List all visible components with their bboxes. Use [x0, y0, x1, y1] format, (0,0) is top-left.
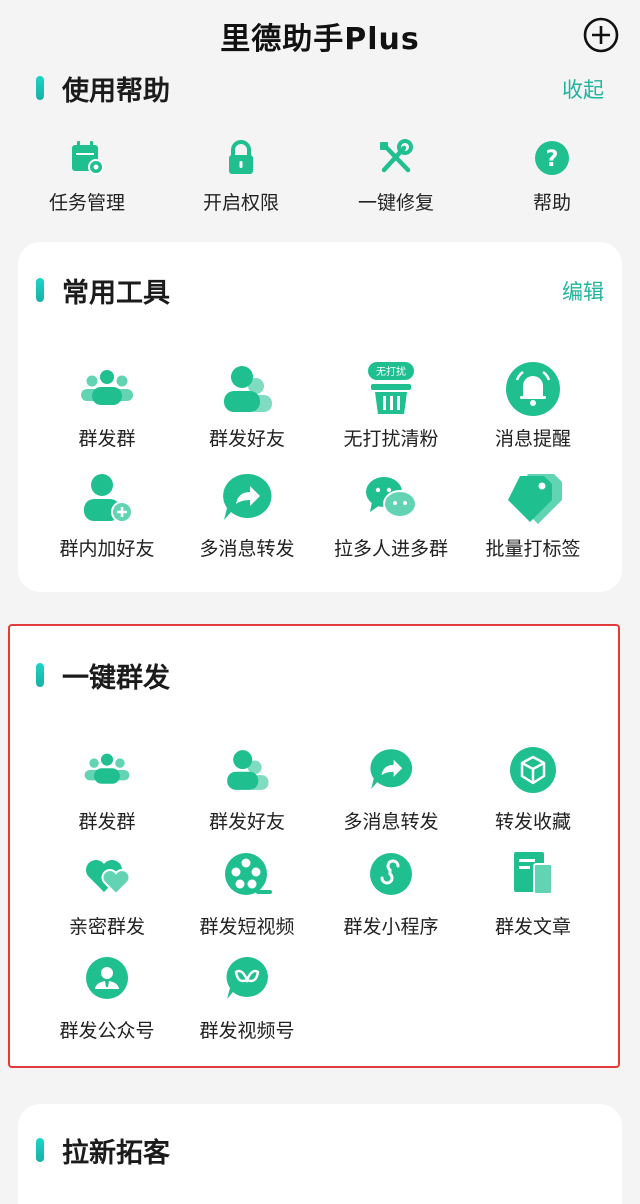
mini-program-icon	[370, 853, 412, 895]
tool-label: 批量打标签	[485, 538, 581, 560]
article-icon	[514, 852, 553, 895]
tool-pull-into-groups[interactable]: 拉多人进多群	[316, 470, 466, 561]
broadcast-label: 群发群	[78, 811, 136, 833]
broadcast-label: 群发短视频	[199, 916, 295, 938]
help-item-help[interactable]: ? 帮助	[477, 138, 627, 215]
broadcast-intimate[interactable]: 亲密群发	[32, 850, 182, 939]
broadcast-multi-forward[interactable]: 多消息转发	[316, 745, 466, 834]
broadcast-label: 多消息转发	[343, 811, 439, 833]
basket-icon: 无打扰	[368, 362, 414, 414]
broadcast-label: 群发视频号	[199, 1020, 295, 1042]
help-item-label: 帮助	[532, 192, 571, 214]
section-accent-bar	[36, 663, 44, 687]
tool-label: 群发群	[78, 428, 136, 450]
forward-icon	[370, 749, 413, 789]
tool-label: 无打扰清粉	[343, 428, 439, 450]
help-item-label: 开启权限	[202, 192, 279, 214]
tools-section-title: 常用工具	[62, 278, 170, 309]
svg-text:?: ?	[546, 147, 559, 172]
film-reel-icon	[225, 853, 272, 895]
broadcast-official-account[interactable]: 群发公众号	[32, 954, 182, 1043]
help-item-repair[interactable]: 一键修复	[321, 138, 471, 215]
tool-label: 群内加好友	[59, 538, 155, 560]
section-accent-bar	[36, 76, 44, 100]
broadcast-label: 转发收藏	[494, 811, 571, 833]
broadcast-mini-program[interactable]: 群发小程序	[316, 850, 466, 939]
tool-label: 多消息转发	[199, 538, 295, 560]
app-title: 里德助手Plus	[220, 22, 420, 57]
broadcast-short-video[interactable]: 群发短视频	[172, 850, 322, 939]
cube-icon	[510, 747, 556, 793]
broadcast-label: 亲密群发	[68, 916, 145, 938]
acquire-section-header: 拉新拓客	[0, 1130, 640, 1170]
tool-label: 消息提醒	[494, 428, 571, 450]
bell-icon	[506, 362, 560, 416]
section-accent-bar	[36, 278, 44, 302]
help-item-label: 任务管理	[48, 192, 125, 214]
calendar-gear-icon	[72, 141, 104, 175]
edit-button[interactable]: 编辑	[562, 276, 604, 306]
tool-dnd-clean[interactable]: 无打扰 无打扰清粉	[316, 360, 466, 451]
help-item-label: 一键修复	[357, 192, 434, 214]
chat-bubbles-icon	[366, 477, 417, 518]
broadcast-label: 群发公众号	[59, 1020, 155, 1042]
add-circle-icon[interactable]	[582, 16, 620, 54]
tool-label: 群发好友	[208, 428, 285, 450]
tool-label: 拉多人进多群	[333, 538, 448, 560]
dnd-badge-text: 无打扰	[376, 365, 406, 378]
broadcast-label: 群发文章	[494, 916, 571, 938]
help-item-task-manage[interactable]: 任务管理	[12, 138, 162, 215]
tool-message-reminder[interactable]: 消息提醒	[458, 360, 608, 451]
help-section-title: 使用帮助	[62, 76, 170, 107]
broadcast-section-header: 一键群发	[0, 655, 640, 695]
tool-batch-tag[interactable]: 批量打标签	[458, 470, 608, 561]
lock-icon	[229, 140, 253, 174]
forward-icon	[223, 473, 272, 520]
top-bar: 里德助手Plus	[0, 0, 640, 72]
tools-section-header: 常用工具 编辑	[0, 270, 640, 310]
tool-friends-broadcast[interactable]: 群发好友	[172, 360, 322, 451]
hearts-icon	[86, 860, 131, 896]
broadcast-article[interactable]: 群发文章	[458, 850, 608, 939]
group-icon	[81, 370, 133, 405]
acquire-section-title: 拉新拓客	[62, 1138, 170, 1169]
add-friend-icon	[84, 474, 133, 523]
friends-icon	[224, 366, 272, 412]
official-account-icon	[86, 957, 128, 999]
group-icon	[84, 753, 130, 784]
tool-multi-forward[interactable]: 多消息转发	[172, 470, 322, 561]
section-accent-bar	[36, 1138, 44, 1162]
collapse-button[interactable]: 收起	[562, 74, 604, 104]
broadcast-group[interactable]: 群发群	[32, 745, 182, 834]
tags-icon	[508, 474, 562, 524]
broadcast-section-title: 一键群发	[62, 663, 170, 694]
question-icon: ?	[535, 141, 569, 175]
wrench-screwdriver-icon	[380, 139, 413, 173]
help-section-header: 使用帮助 收起	[0, 68, 640, 108]
help-item-permission[interactable]: 开启权限	[166, 138, 316, 215]
tool-add-friend-in-group[interactable]: 群内加好友	[32, 470, 182, 561]
broadcast-friends[interactable]: 群发好友	[172, 745, 322, 834]
channels-icon	[226, 957, 268, 999]
friends-icon	[227, 750, 269, 790]
broadcast-favorites[interactable]: 转发收藏	[458, 745, 608, 834]
tool-group-broadcast[interactable]: 群发群	[32, 360, 182, 451]
broadcast-label: 群发好友	[208, 811, 285, 833]
broadcast-label: 群发小程序	[343, 916, 439, 938]
broadcast-channels[interactable]: 群发视频号	[172, 954, 322, 1043]
